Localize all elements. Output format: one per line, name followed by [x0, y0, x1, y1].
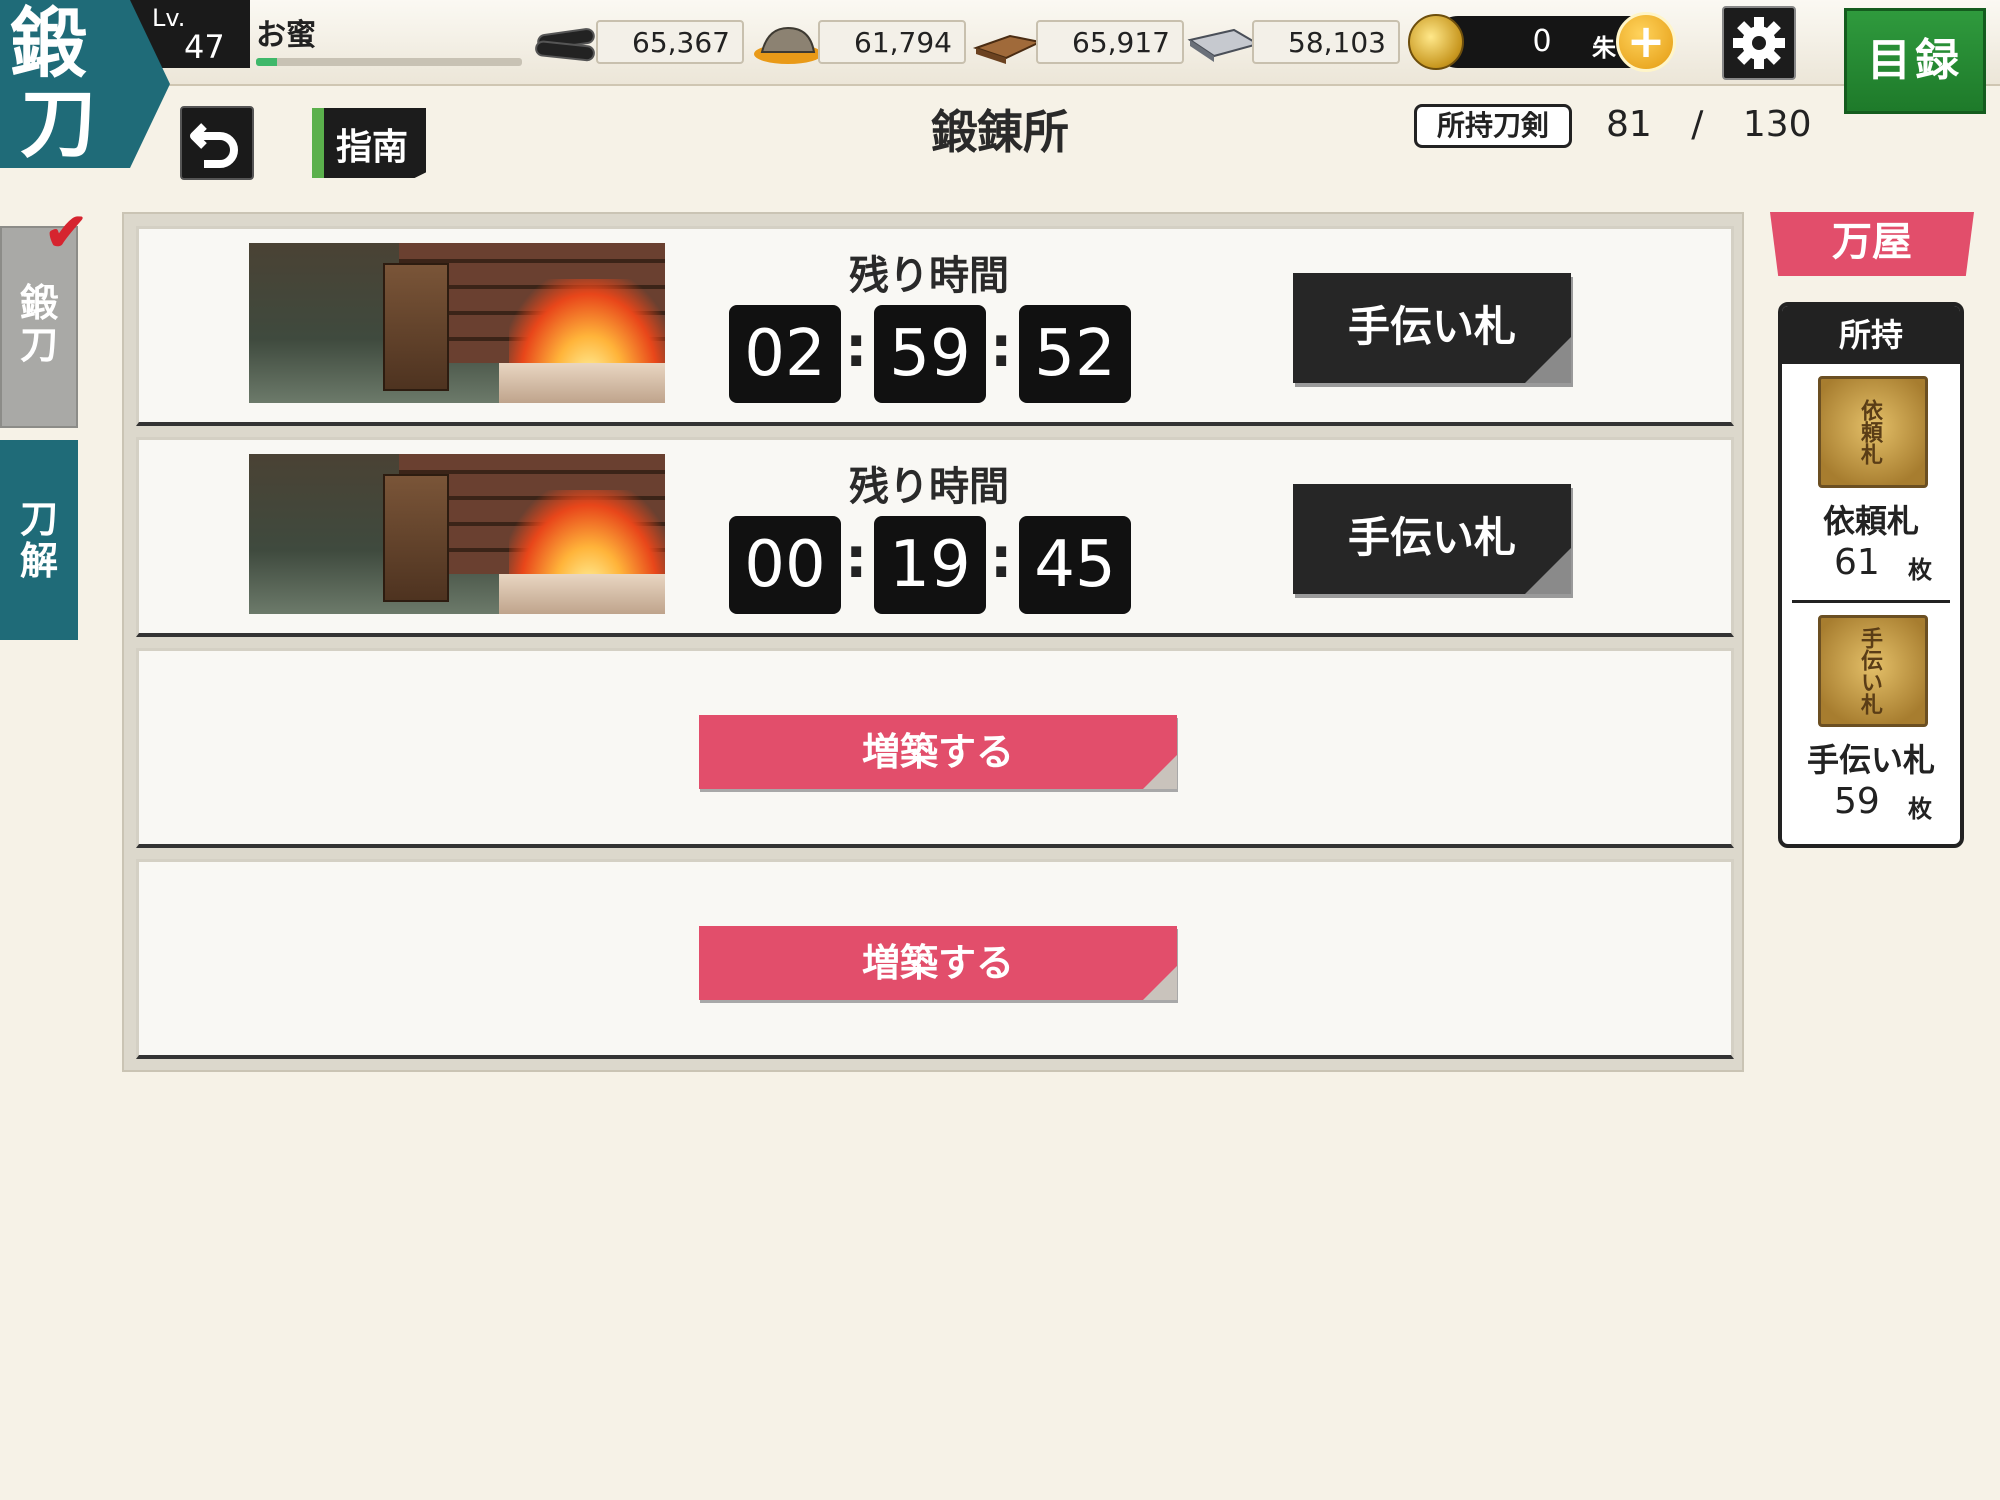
forge-slot-empty: 増築する	[136, 859, 1734, 1059]
cooling-material-icon	[1187, 28, 1260, 62]
whetstone-icon	[754, 26, 822, 64]
shop-button[interactable]: 万屋	[1770, 212, 1974, 276]
help-token-icon: 手伝い札	[1818, 615, 1928, 727]
emblem-kanji-2: 刀	[20, 79, 96, 168]
item-unit: 枚	[1908, 795, 1932, 823]
forge-image	[249, 454, 665, 614]
owned-current: 81	[1606, 104, 1652, 145]
request-token-icon: 依頼札	[1818, 376, 1928, 488]
owned-separator: /	[1691, 104, 1704, 145]
checkmark-icon: ✔	[44, 202, 88, 263]
exp-bar	[256, 58, 522, 66]
expand-button[interactable]: 増築する	[699, 926, 1177, 1000]
remaining-time-label: 残り時間	[849, 252, 1009, 299]
tab-forge-label-1: 鍛	[19, 280, 58, 325]
koban-coin-icon	[1408, 14, 1464, 70]
timer-colon: :	[845, 526, 868, 591]
forge-slot-empty: 増築する	[136, 648, 1734, 848]
level-label: Lv.	[152, 4, 186, 32]
page-title: 鍛錬所	[931, 105, 1069, 159]
charcoal-icon	[535, 28, 595, 62]
gear-icon	[1733, 17, 1785, 69]
item-name: 依頼札	[1822, 502, 1919, 540]
forge-image	[249, 243, 665, 403]
timer-seconds: 52	[1019, 305, 1131, 403]
timer-colon: :	[990, 526, 1013, 591]
cooling-material-count: 58,103	[1252, 20, 1400, 64]
item-count: 59	[1834, 781, 1880, 822]
player-name: お蜜	[256, 18, 316, 53]
koban-unit: 朱	[1592, 34, 1616, 62]
owned-max: 130	[1742, 104, 1812, 145]
emblem-kanji-1: 鍛	[10, 0, 86, 88]
item-name: 手伝い札	[1806, 741, 1935, 779]
whetstone-count: 61,794	[818, 20, 966, 64]
inventory-item: 依頼札 依頼札 61 枚	[1782, 364, 1960, 600]
owned-swords-label: 所持刀剣	[1414, 104, 1572, 148]
timer-hours: 00	[729, 516, 841, 614]
help-token-button[interactable]: 手伝い札	[1293, 484, 1571, 594]
tab-dismantle-label-2: 解	[19, 538, 58, 583]
tab-dismantle[interactable]: 刀 解	[0, 440, 78, 640]
timer-seconds: 45	[1019, 516, 1131, 614]
catalog-button[interactable]: 目録	[1844, 8, 1986, 114]
timer-colon: :	[990, 315, 1013, 380]
guide-button[interactable]: 指南	[312, 108, 426, 178]
item-count: 61	[1834, 542, 1880, 583]
tamahagane-count: 65,917	[1036, 20, 1184, 64]
back-arrow-icon	[190, 123, 238, 168]
koban-currency: 0 朱 +	[1408, 12, 1676, 72]
back-button[interactable]	[180, 106, 254, 180]
tab-forge-label-2: 刀	[19, 322, 58, 367]
remaining-time-label: 残り時間	[849, 463, 1009, 510]
exp-bar-fill	[256, 58, 278, 66]
timer-hours: 02	[729, 305, 841, 403]
timer-minutes: 59	[874, 305, 986, 403]
timer-minutes: 19	[874, 516, 986, 614]
inventory-title: 所持	[1782, 306, 1960, 364]
tab-forge[interactable]: ✔ 鍛 刀	[0, 207, 88, 428]
forge-slot: 残り時間 02 : 59 : 52 手伝い札	[136, 226, 1734, 426]
owned-swords-count: 81 / 130	[1606, 104, 1812, 145]
help-token-button[interactable]: 手伝い札	[1293, 273, 1571, 383]
settings-button[interactable]	[1722, 6, 1796, 80]
forge-slots-panel: 残り時間 02 : 59 : 52 手伝い札 残り時間 00 : 19 : 45…	[122, 212, 1744, 1072]
add-koban-button[interactable]: +	[1616, 12, 1676, 72]
forge-slot: 残り時間 00 : 19 : 45 手伝い札	[136, 437, 1734, 637]
tab-dismantle-label-1: 刀	[19, 496, 58, 541]
expand-button[interactable]: 増築する	[699, 715, 1177, 789]
tamahagane-icon	[972, 34, 1044, 64]
charcoal-count: 65,367	[596, 20, 744, 64]
timer-colon: :	[845, 315, 868, 380]
inventory-panel: 所持 依頼札 依頼札 61 枚 手伝い札 手伝い札 59 枚	[1778, 302, 1964, 848]
koban-value: 0	[1532, 24, 1552, 59]
inventory-item: 手伝い札 手伝い札 59 枚	[1782, 603, 1960, 839]
item-unit: 枚	[1908, 556, 1932, 584]
level-value: 47	[184, 28, 225, 66]
